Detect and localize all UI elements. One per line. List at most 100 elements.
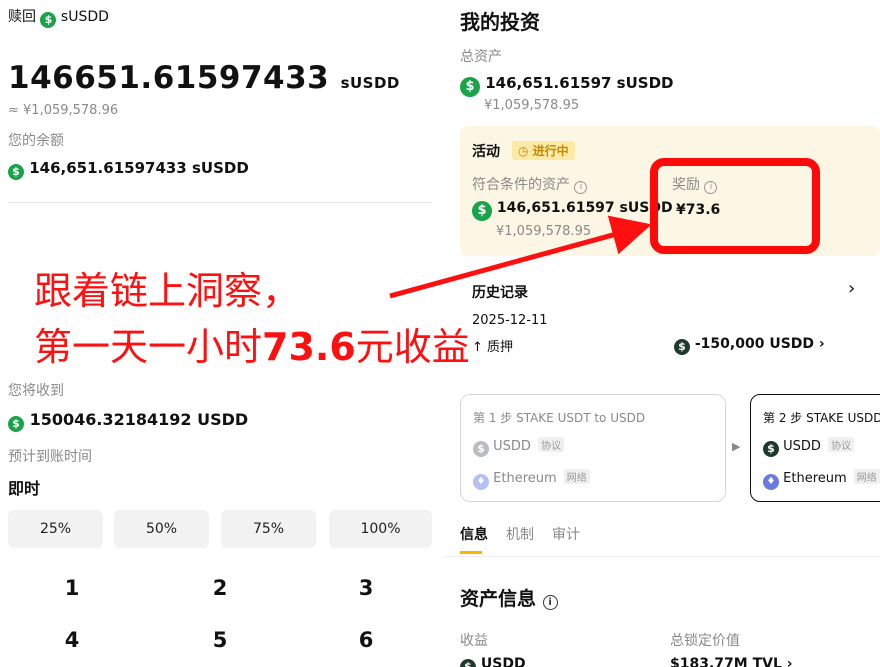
usdd-coin-icon: $ [460, 659, 476, 667]
keypad-6[interactable]: 6 [316, 628, 416, 652]
tvl-value: $183.77M TVL [670, 656, 782, 667]
balance-value: 146,651.61597433 sUSDD [29, 159, 249, 177]
receive-value: 150046.32184192 USDD [29, 410, 249, 429]
keypad-3[interactable]: 3 [316, 576, 416, 600]
usdd-coin-icon: $ [763, 441, 779, 457]
redeem-token: sUSDD [60, 9, 109, 25]
redeem-header: 赎回 $ sUSDD [8, 6, 109, 28]
total-assets-label: 总资产 [460, 49, 502, 65]
keypad-1[interactable]: 1 [22, 576, 122, 600]
eligible-assets-row: $ 146,651.61597 sUSDD [472, 200, 673, 221]
tvl-value-row[interactable]: $183.77M TVL › [670, 656, 793, 667]
step-1-network: Ethereum [493, 471, 557, 486]
yield-value-row: $ USDD [460, 656, 526, 667]
eligible-assets-cny: ¥1,059,578.95 [496, 224, 592, 239]
history-type: 质押 [487, 340, 514, 355]
percent-50-button[interactable]: 50% [114, 510, 209, 548]
yield-label: 收益 [460, 633, 488, 649]
annotation-line-2: 第一天一小时73.6元收益 [34, 328, 470, 366]
status-badge: ◷ 进行中 [512, 141, 575, 160]
receive-label: 您将收到 [8, 383, 64, 399]
annotation-prefix: 第一天一小时 [34, 325, 263, 369]
history-amount: -150,000 USDD [694, 336, 815, 352]
step-2-title: 第 2 步 STAKE USDD [763, 411, 880, 425]
page-title: 我的投资 [460, 10, 540, 34]
info-icon[interactable]: i [574, 181, 588, 194]
step-1-token-row: $ USDD 协议 [473, 437, 565, 457]
total-assets-row: $ 146,651.61597 sUSDD [460, 74, 673, 97]
annotation-line-1: 跟着链上洞察， [34, 269, 301, 313]
eta-label: 预计到账时间 [8, 449, 92, 465]
redeem-label: 赎回 [8, 9, 36, 25]
yield-value: USDD [480, 656, 526, 667]
balance-value-row: $ 146,651.61597433 sUSDD [8, 159, 249, 180]
divider [444, 556, 880, 557]
network-tag: 网络 [563, 469, 590, 484]
tab-audit[interactable]: 审计 [552, 524, 580, 544]
activity-title: 活动 [472, 144, 500, 160]
asset-info-title: 资产信息 [460, 588, 537, 610]
total-assets-cny: ¥1,059,578.95 [484, 98, 580, 113]
usdd-coin-icon: $ [8, 416, 24, 432]
percent-100-button[interactable]: 100% [329, 510, 432, 548]
total-assets-value: 146,651.61597 sUSDD [485, 74, 674, 92]
active-tab-indicator [460, 551, 482, 554]
history-date: 2025-12-11 [472, 313, 548, 328]
keypad-4[interactable]: 4 [22, 628, 122, 652]
percent-25-button[interactable]: 25% [8, 510, 103, 548]
tab-mechanism[interactable]: 机制 [506, 524, 534, 544]
tvl-label: 总锁定价值 [670, 633, 740, 649]
redeem-amount-unit: sUSDD [340, 74, 400, 92]
annotation-suffix: 元收益 [355, 325, 470, 369]
percent-75-button[interactable]: 75% [221, 510, 316, 548]
usdd-coin-icon: $ [473, 441, 489, 457]
step-2-token: USDD [783, 439, 821, 454]
step-1-network-row: ♦ Ethereum 网络 [473, 469, 590, 490]
chevron-right-icon[interactable]: › [848, 278, 855, 299]
step-arrow-icon: ▶ [732, 440, 741, 453]
investment-panel: 我的投资 总资产 $ 146,651.61597 sUSDD ¥1,059,57… [444, 0, 880, 667]
step-1-card[interactable]: 第 1 步 STAKE USDT to USDD $ USDD 协议 ♦ Eth… [460, 394, 726, 502]
keypad-5[interactable]: 5 [170, 628, 270, 652]
history-type-row: ↑ 质押 [472, 336, 513, 355]
asset-info-title-row: 资产信息 i [460, 584, 558, 611]
ethereum-icon: ♦ [473, 474, 489, 490]
status-text: 进行中 [532, 144, 569, 158]
usdd-coin-icon: $ [674, 339, 690, 355]
history-title: 历史记录 [472, 285, 528, 301]
history-card[interactable]: 历史记录 › 2025-12-11 ↑ 质押 $ -150,000 USDD › [460, 266, 880, 370]
divider [8, 202, 432, 203]
step-2-network: Ethereum [783, 471, 847, 486]
ethereum-icon: ♦ [763, 474, 779, 490]
history-amount-row[interactable]: $ -150,000 USDD › [674, 336, 825, 355]
step-2-card[interactable]: 第 2 步 STAKE USDD $ USDD 协议 ♦ Ethereum 网络 [750, 394, 880, 502]
reward-highlight-box [650, 158, 820, 254]
clock-icon: ◷ [518, 144, 529, 158]
eligible-assets-label: 符合条件的资产 [472, 177, 570, 193]
step-2-token-row: $ USDD 协议 [763, 437, 855, 457]
info-icon[interactable]: i [542, 595, 558, 610]
network-tag: 网络 [853, 469, 880, 484]
keypad-2[interactable]: 2 [170, 576, 270, 600]
redeem-amount: 146651.61597433 [8, 60, 330, 96]
step-1-title: 第 1 步 STAKE USDT to USDD [473, 411, 646, 425]
chevron-right-icon: › [786, 656, 793, 667]
susdd-coin-icon: $ [472, 201, 492, 221]
receive-value-row: $ 150046.32184192 USDD [8, 410, 248, 432]
step-1-token: USDD [493, 439, 531, 454]
balance-label: 您的余额 [8, 133, 64, 149]
protocol-tag: 协议 [828, 437, 855, 452]
eligible-assets-value: 146,651.61597 sUSDD [496, 200, 673, 216]
susdd-coin-icon: $ [460, 77, 480, 97]
annotation-number: 73.6 [262, 325, 356, 369]
eta-value: 即时 [8, 479, 41, 498]
susdd-coin-icon: $ [40, 12, 57, 28]
redeem-amount-input[interactable]: 146651.61597433 sUSDD [8, 60, 400, 96]
susdd-coin-icon: $ [8, 164, 24, 180]
tab-info[interactable]: 信息 [460, 524, 488, 544]
approx-cny: ≈ ¥1,059,578.96 [8, 103, 119, 118]
arrow-up-icon: ↑ [472, 340, 483, 355]
chevron-right-icon: › [818, 336, 825, 352]
step-2-network-row: ♦ Ethereum 网络 [763, 469, 880, 490]
eligible-assets-label-row: 符合条件的资产 i [472, 174, 588, 194]
